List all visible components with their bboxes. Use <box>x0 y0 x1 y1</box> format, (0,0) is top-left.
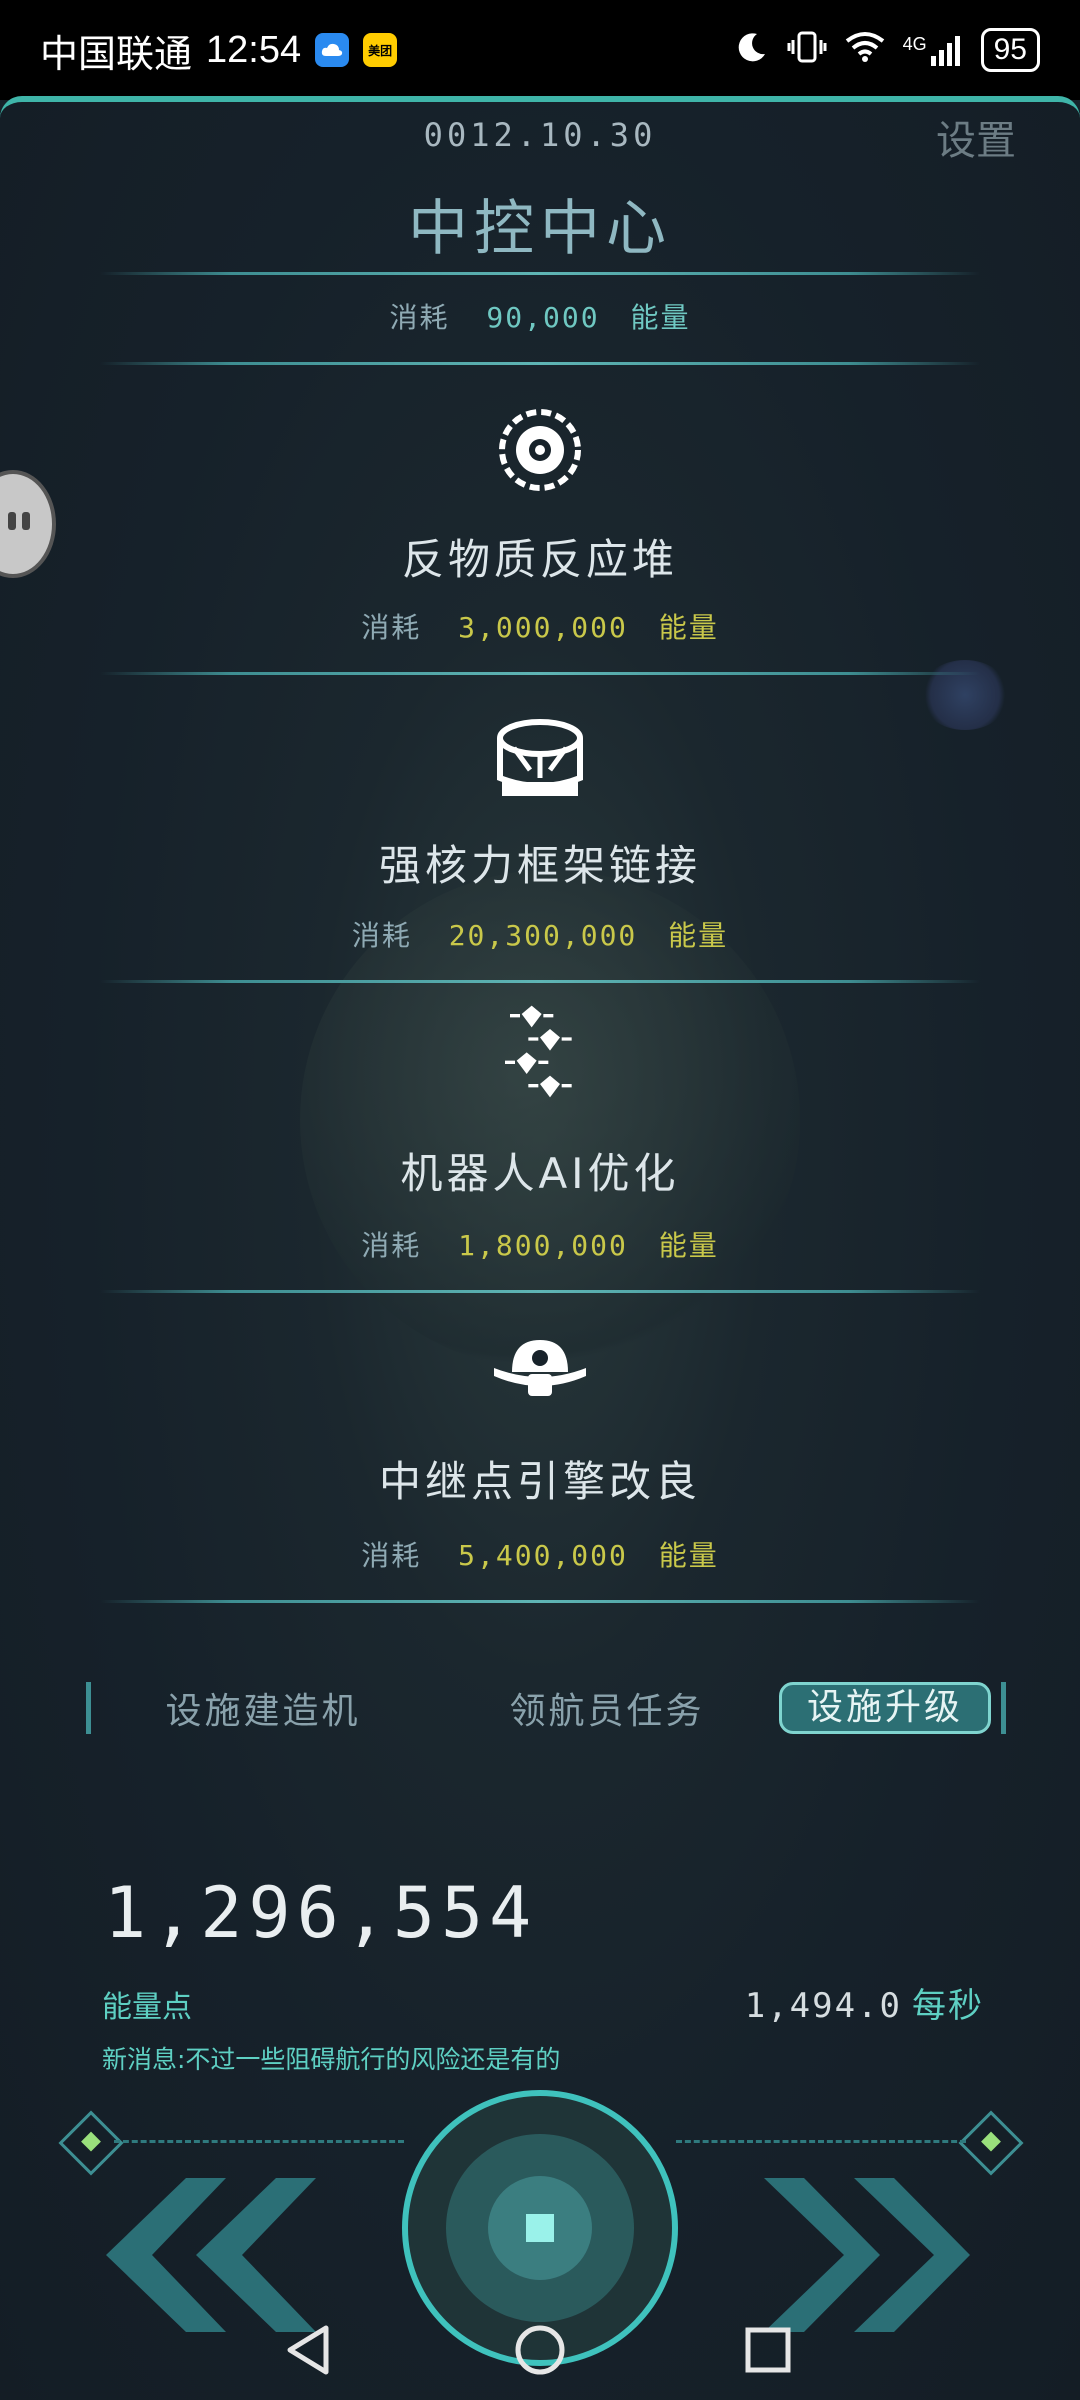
energy-rate: 1,494.0 每秒 <box>745 1978 984 2027</box>
tab-navigator-missions[interactable]: 领航员任务 <box>435 1682 779 1734</box>
cost-unit: 能量 <box>658 611 719 644</box>
cellular-signal-icon: 4G <box>903 34 963 66</box>
cost-value: 5,400,000 <box>458 1539 628 1572</box>
system-nav-bar <box>287 2325 791 2375</box>
cloud-app-icon <box>315 33 350 67</box>
rate-value: 1,494.0 <box>744 1986 902 2026</box>
game-date: 0012.10.30 <box>423 116 657 154</box>
upgrade-cost: 消耗 3,000,000 能量 <box>0 606 1080 646</box>
energy-label: 能量点 <box>102 1990 192 2025</box>
network-type: 4G <box>902 34 927 54</box>
base-cost: 消耗 90,000 能量 <box>0 296 1080 336</box>
robots-icon <box>505 1005 572 1098</box>
reactor-icon <box>499 409 581 491</box>
core-light-icon <box>526 2214 554 2242</box>
tab-bar: 设施建造机 领航员任务 设施升级 <box>86 1682 1006 1734</box>
cost-label: 消耗 <box>389 301 450 334</box>
cost-label: 消耗 <box>361 1229 422 1262</box>
tab-facility-upgrade[interactable]: 设施升级 <box>779 1682 991 1734</box>
news-message: 新消息:不过一些阻碍航行的风险还是有的 <box>102 2045 561 2074</box>
cost-label: 消耗 <box>361 611 422 644</box>
cost-unit: 能量 <box>630 301 691 334</box>
cost-value: 3,000,000 <box>458 611 628 644</box>
cost-unit: 能量 <box>658 1229 719 1262</box>
meituan-app-icon: 美团 <box>363 33 398 67</box>
dashed-connector <box>676 2140 966 2143</box>
upgrade-cost: 消耗 20,300,000 能量 <box>0 914 1080 954</box>
cost-label: 消耗 <box>361 1539 422 1572</box>
upgrade-cost: 消耗 1,800,000 能量 <box>0 1224 1080 1264</box>
recents-button[interactable] <box>745 2327 791 2373</box>
dashed-connector <box>114 2140 404 2143</box>
cost-unit: 能量 <box>668 919 729 952</box>
vibrate-icon <box>787 30 827 71</box>
upgrade-name: 强核力框架链接 <box>378 841 701 890</box>
frame-icon <box>497 719 583 796</box>
clock: 12:54 <box>206 28 302 71</box>
upgrade-cost: 消耗 5,400,000 能量 <box>0 1534 1080 1574</box>
divider <box>100 980 980 983</box>
cost-unit: 能量 <box>658 1539 719 1572</box>
tab-facility-builder[interactable]: 设施建造机 <box>91 1682 435 1734</box>
upgrade-name: 机器人AI优化 <box>400 1149 680 1198</box>
divider <box>100 672 980 675</box>
upgrade-name: 中继点引擎改良 <box>378 1457 701 1506</box>
home-button[interactable] <box>515 2325 565 2375</box>
status-bar: 中国联通 12:54 美团 4G 95 <box>0 0 1080 100</box>
wifi-icon <box>845 31 885 70</box>
divider <box>100 1290 980 1293</box>
upgrade-name: 反物质反应堆 <box>401 535 678 584</box>
moon-icon <box>735 30 769 71</box>
cost-value: 90,000 <box>486 301 600 334</box>
page-title: 中控中心 <box>408 194 672 264</box>
divider <box>100 272 980 275</box>
relay-engine-icon <box>494 1340 586 1396</box>
divider <box>100 1600 980 1603</box>
cost-label: 消耗 <box>351 919 412 952</box>
rate-unit: 每秒 <box>912 1986 984 2026</box>
divider <box>100 362 980 365</box>
cost-value: 1,800,000 <box>458 1229 628 1262</box>
energy-total: 1,296,554 <box>104 1872 538 1954</box>
back-button[interactable] <box>287 2325 329 2375</box>
settings-button[interactable]: 设置 <box>936 108 1016 166</box>
carrier: 中国联通 <box>40 33 193 76</box>
cost-value: 20,300,000 <box>448 919 638 952</box>
battery-indicator: 95 <box>980 28 1040 72</box>
small-planet-background <box>920 660 1010 730</box>
